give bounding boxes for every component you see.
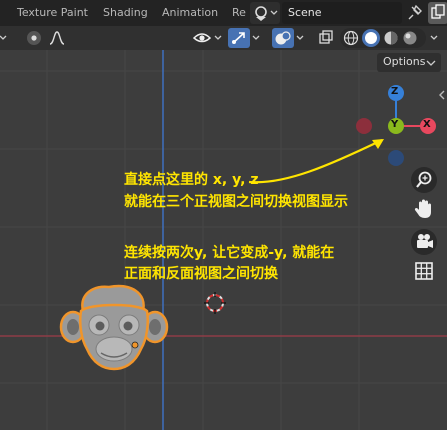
pin-scene-button[interactable] bbox=[404, 2, 426, 24]
gizmo-neg-x-handle[interactable] bbox=[356, 118, 372, 134]
falloff-button[interactable] bbox=[46, 28, 74, 48]
proportional-editing-button[interactable] bbox=[22, 28, 46, 48]
chevron-down-icon bbox=[0, 35, 7, 40]
material-preview-button[interactable] bbox=[383, 30, 399, 46]
new-scene-button[interactable] bbox=[428, 2, 447, 24]
chevron-down-icon bbox=[296, 35, 304, 40]
xray-toggle-button[interactable] bbox=[316, 28, 336, 48]
gizmo-arrows-icon bbox=[232, 32, 245, 44]
pin-icon bbox=[408, 4, 422, 20]
grid-icon bbox=[415, 262, 433, 280]
proportional-editing-icon bbox=[27, 31, 41, 45]
annotation-line-3: 连续按两次y, 让它变成-y, 就能在 bbox=[124, 245, 335, 261]
pan-button[interactable] bbox=[411, 196, 437, 222]
gizmo-neg-z-handle[interactable] bbox=[388, 150, 404, 166]
rendered-shading-button[interactable] bbox=[402, 30, 418, 46]
wireframe-sphere-icon bbox=[343, 30, 359, 46]
solid-shading-button[interactable] bbox=[362, 29, 380, 47]
3d-cursor-icon[interactable] bbox=[204, 292, 226, 314]
camera-icon bbox=[417, 234, 433, 248]
chevron-down-icon bbox=[252, 35, 260, 40]
eye-icon bbox=[192, 33, 222, 43]
falloff-curve-icon bbox=[49, 31, 65, 45]
scene-browse-button[interactable] bbox=[250, 2, 280, 24]
shading-dropdown-button[interactable] bbox=[428, 28, 442, 48]
scene-selector: Scene bbox=[250, 2, 447, 24]
object-origin-dot bbox=[131, 341, 139, 349]
options-dropdown[interactable]: Options bbox=[377, 53, 441, 72]
solid-sphere-icon bbox=[365, 32, 377, 44]
annotation-line-2: 就能在三个正视图之间切换视图显示 bbox=[124, 194, 348, 210]
overlays-toggle-button[interactable] bbox=[272, 28, 294, 48]
tab-texture-paint[interactable]: Texture Paint bbox=[17, 6, 88, 19]
gizmo-y-label: Y bbox=[391, 119, 399, 130]
material-sphere-icon bbox=[384, 31, 398, 45]
tab-shading[interactable]: Shading bbox=[103, 6, 148, 19]
gizmo-dropdown-button[interactable] bbox=[250, 28, 264, 48]
workspace-bar: Texture Paint Shading Animation Re Scene bbox=[0, 0, 447, 26]
scene-name-field[interactable]: Scene bbox=[282, 2, 402, 24]
tab-animation[interactable]: Animation bbox=[162, 6, 218, 19]
magnifier-icon bbox=[416, 171, 432, 188]
options-label: Options bbox=[383, 55, 426, 68]
3d-viewport[interactable]: Options Z Y X 直接点这里的 x, y, z 就能在三个正视图之间切… bbox=[0, 50, 447, 430]
chevron-down-icon bbox=[426, 60, 436, 66]
wireframe-shading-button[interactable] bbox=[343, 30, 359, 46]
camera-view-button[interactable] bbox=[411, 229, 437, 255]
header-left-edge-button[interactable] bbox=[0, 28, 8, 48]
chevron-down-icon bbox=[430, 35, 438, 40]
gizmo-toggle-button[interactable] bbox=[228, 28, 250, 48]
scene-icon bbox=[255, 6, 278, 21]
viewport-header bbox=[0, 26, 447, 50]
tab-rendering[interactable]: Re bbox=[232, 6, 246, 19]
gizmo-x-label: X bbox=[423, 119, 431, 130]
overlays-dropdown-button[interactable] bbox=[294, 28, 308, 48]
duplicate-icon bbox=[431, 4, 445, 19]
gizmo-z-label: Z bbox=[391, 86, 399, 97]
annotation-line-4: 正面和反面视图之间切换 bbox=[124, 266, 278, 282]
suzanne-mesh[interactable] bbox=[59, 283, 169, 373]
visibility-button[interactable] bbox=[192, 28, 226, 48]
shading-mode-group bbox=[340, 28, 426, 48]
ortho-toggle-button[interactable] bbox=[411, 258, 437, 284]
annotation-line-1: 直接点这里的 x, y, z bbox=[124, 172, 259, 188]
rendered-sphere-icon bbox=[403, 31, 417, 45]
overlays-icon bbox=[275, 31, 291, 45]
zoom-button[interactable] bbox=[411, 167, 437, 193]
hand-icon bbox=[414, 199, 431, 218]
xray-icon bbox=[319, 30, 333, 44]
